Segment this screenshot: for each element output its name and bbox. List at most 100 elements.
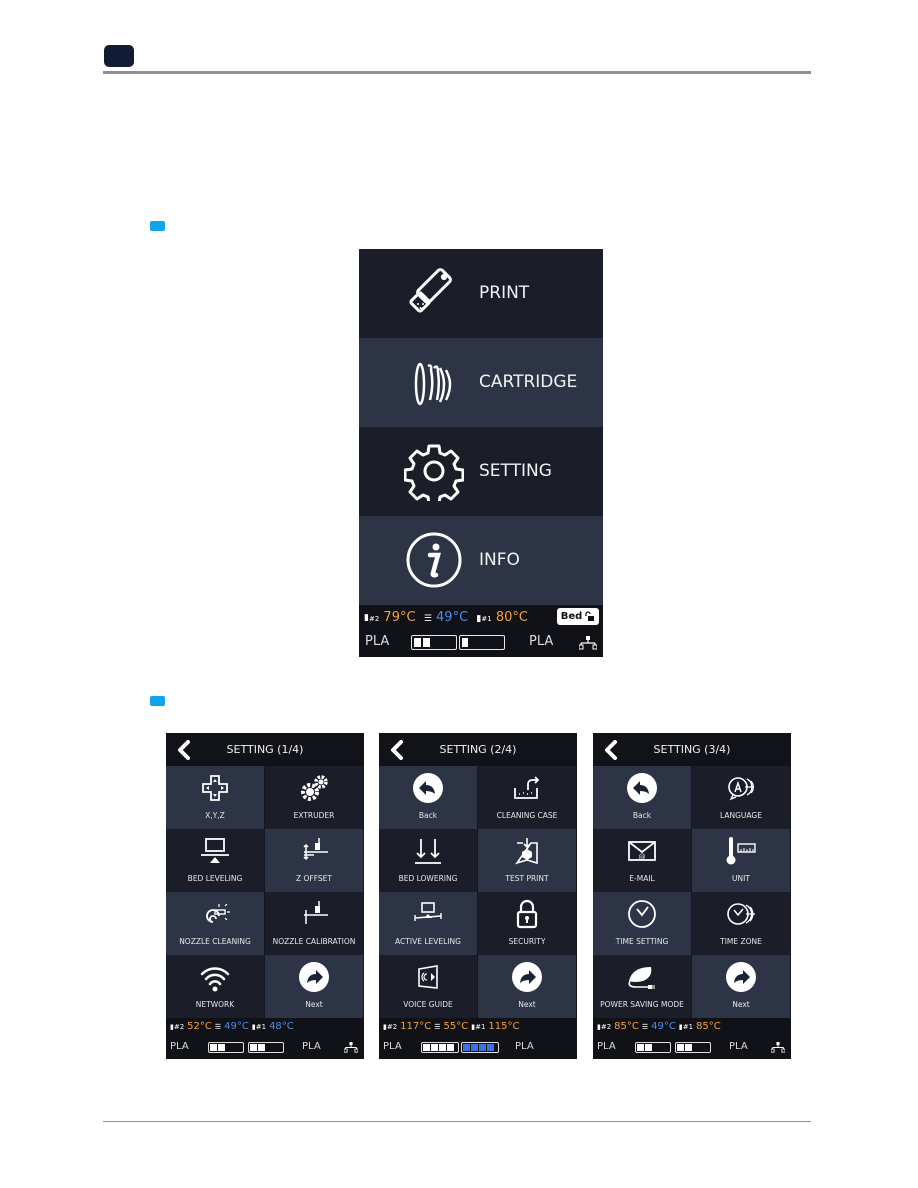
tile-label: NOZZLE CALIBRATION bbox=[272, 937, 356, 946]
left-material: PLA bbox=[597, 1041, 616, 1052]
next-arrow-icon bbox=[512, 962, 542, 992]
bed-lowering-icon bbox=[415, 839, 441, 864]
panel-header: SETTING (3/4) bbox=[593, 733, 791, 766]
settings-tile-back[interactable]: Back bbox=[593, 766, 691, 829]
settings-tile-power-saving-mode[interactable]: POWER SAVING MODE bbox=[593, 955, 691, 1018]
nozzle2-icon: ▮#2 bbox=[383, 1023, 398, 1031]
usb-drive-icon bbox=[409, 268, 452, 313]
bed-heater-icon: ☰ bbox=[641, 1023, 649, 1031]
bed-heater-icon: ☰ bbox=[214, 1023, 222, 1031]
bed-leveling-icon bbox=[201, 838, 229, 863]
settings-tile-bed-leveling[interactable]: BED LEVELING bbox=[166, 829, 264, 892]
status-bar: ▮#2 79°C ☰ 49°C ▮#1 80°C Bed PLA PLA bbox=[359, 605, 603, 657]
settings-tile-bed-lowering[interactable]: BED LOWERING bbox=[379, 829, 477, 892]
gear-icon bbox=[404, 444, 464, 501]
left-cartridge-gauge bbox=[208, 1042, 244, 1053]
bed-temp: 49°C bbox=[224, 1021, 249, 1032]
tile-label: CLEANING CASE bbox=[496, 811, 558, 820]
settings-tile-time-zone[interactable]: TIME ZONE bbox=[692, 892, 790, 955]
back-arrow-icon bbox=[627, 773, 657, 803]
tile-label: ACTIVE LEVELING bbox=[395, 937, 461, 946]
menu-label: PRINT bbox=[479, 283, 530, 303]
bed-heater-icon: ☰ bbox=[423, 614, 432, 624]
menu-item-info[interactable]: INFO bbox=[359, 516, 603, 605]
settings-tile-back[interactable]: Back bbox=[379, 766, 477, 829]
section-marker bbox=[150, 221, 165, 231]
email-icon: @ bbox=[628, 841, 656, 861]
nozzle-cleaning-icon bbox=[206, 903, 230, 923]
menu-label: INFO bbox=[479, 550, 520, 570]
temperature-readouts: ▮#2 85°C ☰ 49°C ▮#1 85°C bbox=[597, 1021, 724, 1032]
unlock-icon bbox=[585, 611, 595, 621]
nozzle-calibration-icon bbox=[304, 901, 328, 924]
tile-label: BED LOWERING bbox=[398, 874, 458, 883]
header-divider bbox=[103, 71, 811, 74]
settings-tile-nozzle-calibration[interactable]: NOZZLE CALIBRATION bbox=[265, 892, 363, 955]
nozzle2-icon: ▮#2 bbox=[170, 1023, 185, 1031]
bed-temp: 49°C bbox=[651, 1021, 676, 1032]
svg-text:@: @ bbox=[639, 853, 646, 861]
nozzle1-icon: ▮#1 bbox=[471, 1023, 486, 1031]
settings-tile-extruder[interactable]: EXTRUDER bbox=[265, 766, 363, 829]
tile-label: NOZZLE CLEANING bbox=[179, 937, 251, 946]
settings-tile-z-offset[interactable]: Z OFFSET bbox=[265, 829, 363, 892]
settings-tile-time-setting[interactable]: TIME SETTING bbox=[593, 892, 691, 955]
right-cartridge-gauge bbox=[459, 635, 505, 650]
panel-header: SETTING (2/4) bbox=[379, 733, 577, 766]
tile-label: E-MAIL bbox=[629, 874, 655, 883]
status-bar: ▮#2 117°C ☰ 55°C ▮#1 115°C PLA PLA bbox=[379, 1018, 577, 1059]
right-cartridge-gauge bbox=[675, 1042, 711, 1053]
settings-tile-cleaning-case[interactable]: CLEANING CASE bbox=[478, 766, 576, 829]
unit-icon bbox=[726, 837, 756, 865]
status-bar: ▮#2 85°C ☰ 49°C ▮#1 85°C PLA PLA bbox=[593, 1018, 791, 1059]
nozzle1-icon: ▮#1 bbox=[678, 1023, 694, 1031]
left-cartridge-gauge bbox=[421, 1042, 459, 1053]
settings-tile-e-mail[interactable]: @ E-MAIL bbox=[593, 829, 691, 892]
printer-home-screen: PRINT CARTRIDGE SETTING INFO ▮#2 79°C ☰ … bbox=[359, 249, 603, 657]
tile-label: TEST PRINT bbox=[505, 874, 549, 883]
menu-item-cartridge[interactable]: CARTRIDGE bbox=[359, 338, 603, 427]
nozzle1-temp: 48°C bbox=[269, 1021, 294, 1032]
nozzle1-temp: 85°C bbox=[696, 1021, 721, 1032]
panel-title: SETTING (2/4) bbox=[439, 743, 517, 756]
tile-label: Back bbox=[632, 811, 652, 820]
network-icon bbox=[771, 1042, 785, 1053]
tile-label: TIME ZONE bbox=[720, 937, 762, 946]
panel-title: SETTING (3/4) bbox=[653, 743, 731, 756]
settings-tile-unit[interactable]: UNIT bbox=[692, 829, 790, 892]
right-material: PLA bbox=[515, 1041, 534, 1052]
menu-item-setting[interactable]: SETTING bbox=[359, 427, 603, 516]
active-leveling-icon bbox=[414, 902, 442, 921]
right-cartridge-gauge bbox=[248, 1042, 284, 1053]
settings-tile-next[interactable]: Next bbox=[265, 955, 363, 1018]
nozzle2-temp: 85°C bbox=[614, 1021, 639, 1032]
nozzle2-temp: 79°C bbox=[383, 610, 416, 625]
settings-tile-active-leveling[interactable]: ACTIVE LEVELING bbox=[379, 892, 477, 955]
settings-tile-network[interactable]: NETWORK bbox=[166, 955, 264, 1018]
nozzle1-icon: ▮#1 bbox=[251, 1023, 267, 1031]
bed-lock-label: Bed bbox=[560, 611, 583, 622]
settings-tile-next[interactable]: Next bbox=[478, 955, 576, 1018]
tile-label: UNIT bbox=[732, 874, 750, 883]
menu-item-print[interactable]: PRINT bbox=[359, 249, 603, 338]
tile-label: Next bbox=[732, 1000, 750, 1009]
settings-tile-test-print[interactable]: TEST PRINT bbox=[478, 829, 576, 892]
settings-tile-x-y-z[interactable]: X,Y,Z bbox=[166, 766, 264, 829]
dpad-icon bbox=[202, 775, 228, 801]
temperature-readouts: ▮#2 52°C ☰ 49°C ▮#1 48°C bbox=[170, 1021, 297, 1032]
nozzle1-temp: 80°C bbox=[495, 610, 528, 625]
settings-tile-nozzle-cleaning[interactable]: NOZZLE CLEANING bbox=[166, 892, 264, 955]
network-icon bbox=[344, 1042, 358, 1053]
settings-tile-security[interactable]: SECURITY bbox=[478, 892, 576, 955]
settings-tile-language[interactable]: LANGUAGE bbox=[692, 766, 790, 829]
menu-label: CARTRIDGE bbox=[479, 372, 578, 392]
nozzle2-temp: 117°C bbox=[400, 1021, 432, 1032]
footer-divider bbox=[103, 1121, 811, 1122]
cleaning-case-icon bbox=[514, 776, 540, 799]
settings-tile-next[interactable]: Next bbox=[692, 955, 790, 1018]
bed-lock-button[interactable]: Bed bbox=[557, 608, 599, 625]
settings-panel: SETTING (2/4) Back CLEANING CASE BED LOWERI… bbox=[379, 733, 577, 1059]
nozzle1-temp: 115°C bbox=[488, 1021, 520, 1032]
tile-label: LANGUAGE bbox=[720, 811, 762, 820]
settings-tile-voice-guide[interactable]: VOICE GUIDE bbox=[379, 955, 477, 1018]
